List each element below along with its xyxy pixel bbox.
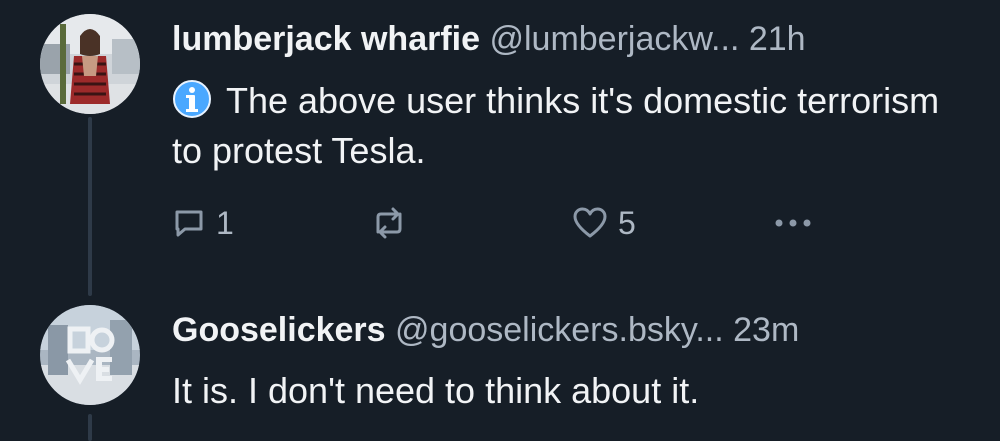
handle[interactable]: @gooselickers.bsky... xyxy=(395,311,724,349)
post-actions: 1 5 xyxy=(172,198,972,248)
reply-icon xyxy=(175,210,203,237)
post-time[interactable]: 21h xyxy=(749,20,806,58)
post-time[interactable]: 23m xyxy=(733,311,799,349)
reply-count: 1 xyxy=(216,204,234,241)
like-count: 5 xyxy=(618,204,636,241)
handle[interactable]: @lumberjackw... xyxy=(489,20,739,58)
like-button[interactable]: 5 xyxy=(572,198,636,248)
display-name[interactable]: Gooselickers xyxy=(172,311,386,349)
display-name[interactable]: lumberjack wharfie xyxy=(172,20,480,58)
more-options-button[interactable] xyxy=(772,198,814,248)
reply-button[interactable]: 1 xyxy=(172,198,234,248)
repost-button[interactable] xyxy=(370,198,408,248)
post-lumberjack-wharfie[interactable]: lumberjack wharfie @lumberjackw... 21h T… xyxy=(0,0,1000,290)
info-icon xyxy=(172,79,212,119)
post-feed: lumberjack wharfie @lumberjackw... 21h T… xyxy=(0,0,1000,441)
post-text: The above user thinks it's domestic terr… xyxy=(172,76,960,176)
more-options-icon xyxy=(775,219,811,227)
heart-icon xyxy=(573,207,607,238)
avatar[interactable] xyxy=(40,14,140,114)
post-header: lumberjack wharfie @lumberjackw... 21h xyxy=(172,14,970,64)
avatar[interactable] xyxy=(40,305,140,405)
post-text-content: The above user thinks it's domestic terr… xyxy=(172,80,940,171)
post-text-content: It is. I don't need to think about it. xyxy=(172,370,700,411)
post-header: Gooselickers @gooselickers.bsky... 23m xyxy=(172,305,970,355)
post-text: It is. I don't need to think about it. xyxy=(172,366,960,416)
repost-icon xyxy=(376,207,402,239)
